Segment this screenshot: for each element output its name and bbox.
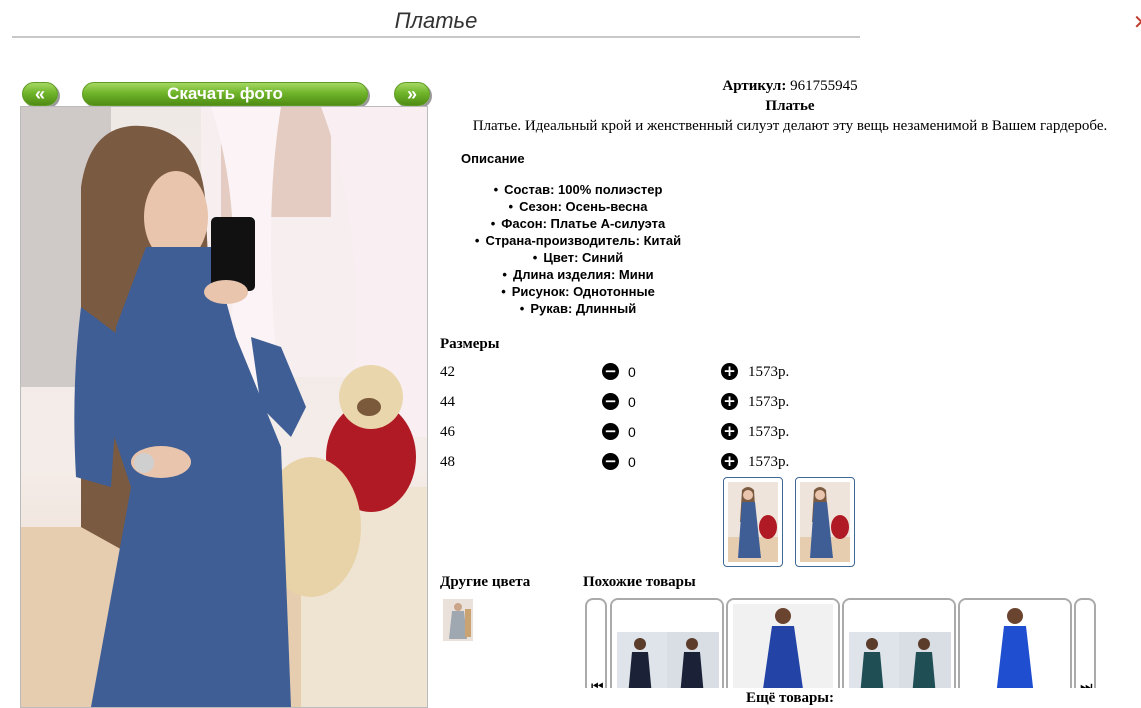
skip-forward-icon: ⏭: [1080, 679, 1093, 688]
download-photo-button[interactable]: Скачать фото: [82, 82, 368, 106]
spec-item: Рисунок: Однотонные: [440, 283, 716, 300]
quantity-value: 0: [628, 364, 636, 380]
previous-photo-button[interactable]: «: [22, 82, 58, 106]
similar-product-image: [728, 600, 838, 688]
close-icon[interactable]: ✕: [1133, 12, 1141, 32]
spec-list: Состав: 100% полиэстер Сезон: Осень-весн…: [440, 181, 716, 317]
other-colors-title: Другие цвета: [440, 574, 531, 590]
plus-icon[interactable]: +: [721, 393, 738, 410]
page-title: Платье: [394, 8, 478, 33]
minus-icon[interactable]: −: [602, 393, 619, 410]
similar-product-image: [960, 600, 1070, 688]
plus-icon[interactable]: +: [721, 363, 738, 380]
description-title: Описание: [461, 151, 525, 166]
quantity-value: 0: [628, 454, 636, 470]
plus-icon[interactable]: +: [721, 423, 738, 440]
similar-product-image: [612, 600, 722, 688]
spec-item: Страна-производитель: Китай: [440, 232, 716, 249]
size-label: 48: [440, 454, 455, 470]
carousel-next-button[interactable]: ⏭: [1074, 598, 1096, 688]
minus-icon[interactable]: −: [602, 453, 619, 470]
spec-item: Состав: 100% полиэстер: [440, 181, 716, 198]
quantity-value: 0: [628, 424, 636, 440]
size-row: 46 − 0 + 1573р.: [440, 421, 860, 445]
article-line: Артикул: 961755945: [440, 78, 1140, 95]
more-products-label: Ещё товары:: [745, 690, 835, 706]
quantity-value: 0: [628, 394, 636, 410]
photo-thumbnail[interactable]: [723, 477, 783, 567]
product-photo-image: [21, 107, 427, 707]
product-description: Платье. Идеальный крой и женственный сил…: [472, 118, 1108, 134]
size-row: 48 − 0 + 1573р.: [440, 451, 860, 475]
photo-thumbnail[interactable]: [795, 477, 855, 567]
thumbnail-image: [728, 482, 778, 562]
minus-icon[interactable]: −: [602, 363, 619, 380]
thumbnail-image: [800, 482, 850, 562]
size-row: 44 − 0 + 1573р.: [440, 391, 860, 415]
size-row: 42 − 0 + 1573р.: [440, 361, 860, 385]
similar-product-image: [844, 600, 954, 688]
spec-item: Цвет: Синий: [440, 249, 716, 266]
product-name: Платье: [765, 98, 815, 114]
size-label: 46: [440, 424, 455, 440]
similar-product-card[interactable]: [842, 598, 956, 688]
carousel-prev-button[interactable]: ⏮: [585, 598, 607, 688]
article-value: 961755945: [790, 78, 858, 94]
similar-product-card[interactable]: [726, 598, 840, 688]
spec-item: Фасон: Платье А-силуэта: [440, 215, 716, 232]
plus-icon[interactable]: +: [721, 453, 738, 470]
next-photo-button[interactable]: »: [394, 82, 430, 106]
sizes-title: Размеры: [440, 336, 500, 352]
price-value: 1573р.: [748, 364, 790, 380]
other-color-thumbnail[interactable]: [443, 599, 473, 641]
skip-back-icon: ⏮: [591, 679, 604, 688]
similar-product-card[interactable]: [958, 598, 1072, 688]
price-value: 1573р.: [748, 424, 790, 440]
title-divider: [12, 36, 860, 38]
article-label: Артикул:: [722, 78, 787, 94]
price-value: 1573р.: [748, 454, 790, 470]
spec-item: Рукав: Длинный: [440, 300, 716, 317]
color-variant-image: [443, 599, 473, 641]
spec-item: Длина изделия: Мини: [440, 266, 716, 283]
size-label: 42: [440, 364, 455, 380]
size-label: 44: [440, 394, 455, 410]
price-value: 1573р.: [748, 394, 790, 410]
minus-icon[interactable]: −: [602, 423, 619, 440]
main-product-photo[interactable]: [20, 106, 428, 708]
similar-product-card[interactable]: [610, 598, 724, 688]
spec-item: Сезон: Осень-весна: [440, 198, 716, 215]
similar-products-title: Похожие товары: [583, 574, 696, 590]
similar-products-carousel: ⏮ ⏭: [585, 598, 1097, 688]
